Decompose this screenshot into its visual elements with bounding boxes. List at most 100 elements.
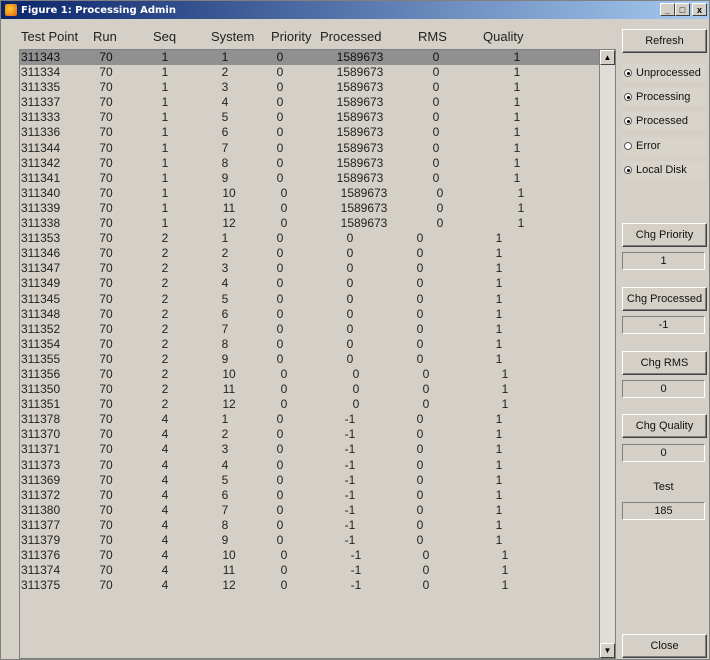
maximize-button[interactable]: □ <box>675 3 690 16</box>
cell-system: 3 <box>221 442 229 457</box>
cell-seq: 4 <box>161 502 169 517</box>
cell-system: 9 <box>221 351 229 366</box>
cell-system: 8 <box>221 336 229 351</box>
cell-seq: 2 <box>161 306 169 321</box>
quality-field[interactable]: 0 <box>622 444 705 462</box>
cell-run: 70 <box>99 366 113 381</box>
close-window-button[interactable]: x <box>692 3 707 16</box>
cell-rms: 0 <box>422 397 430 412</box>
table-row[interactable]: 311372 70 4 6 0 -1 0 1 <box>20 488 599 503</box>
cell-test-point: 311338 <box>21 216 61 231</box>
title-bar[interactable]: Figure 1: Processing Admin _ □ x <box>1 1 709 19</box>
cell-processed: 0 <box>346 291 354 306</box>
test-field[interactable]: 185 <box>622 502 705 520</box>
table-row[interactable]: 311342 70 1 8 0 1589673 0 1 <box>20 156 599 171</box>
test-point-list[interactable]: 311343 70 1 1 0 1589673 0 1 311334 70 1 2 0 1589673 0 1… <box>19 49 599 659</box>
cell-run: 70 <box>99 563 113 578</box>
table-row[interactable]: 311352 70 2 7 0 0 0 1 <box>20 322 599 337</box>
table-row[interactable]: 311347 70 2 3 0 0 0 1 <box>20 261 599 276</box>
table-row[interactable]: 311377 70 4 8 0 -1 0 1 <box>20 518 599 533</box>
table-row[interactable]: 311353 70 2 1 0 0 0 1 <box>20 231 599 246</box>
scroll-down-button[interactable]: ▼ <box>600 643 615 658</box>
cell-run: 70 <box>99 336 113 351</box>
table-row[interactable]: 311351 70 2 12 0 0 0 1 <box>20 397 599 412</box>
table-row[interactable]: 311348 70 2 6 0 0 0 1 <box>20 307 599 322</box>
table-row[interactable]: 311341 70 1 9 0 1589673 0 1 <box>20 171 599 186</box>
table-row[interactable]: 311337 70 1 4 0 1589673 0 1 <box>20 95 599 110</box>
table-row[interactable]: 311345 70 2 5 0 0 0 1 <box>20 292 599 307</box>
cell-quality: 1 <box>495 261 503 276</box>
table-row[interactable]: 311340 70 1 10 0 1589673 0 1 <box>20 186 599 201</box>
table-row[interactable]: 311334 70 1 2 0 1589673 0 1 <box>20 65 599 80</box>
chg-quality-button[interactable]: Chg Quality <box>622 414 707 438</box>
radio-local-disk[interactable]: Local Disk <box>622 161 707 179</box>
table-row[interactable]: 311333 70 1 5 0 1589673 0 1 <box>20 110 599 125</box>
test-label: Test <box>653 481 674 493</box>
table-row[interactable]: 311339 70 1 11 0 1589673 0 1 <box>20 201 599 216</box>
minimize-button[interactable]: _ <box>660 3 675 16</box>
cell-system: 12 <box>222 216 236 231</box>
cell-run: 70 <box>99 170 113 185</box>
table-row[interactable]: 311356 70 2 10 0 0 0 1 <box>20 367 599 382</box>
scroll-up-button[interactable]: ▲ <box>600 50 615 65</box>
cell-rms: 0 <box>432 125 440 140</box>
close-button[interactable]: Close <box>622 634 707 658</box>
radio-unprocessed[interactable]: Unprocessed <box>622 64 707 82</box>
radio-label: Unprocessed <box>636 67 701 79</box>
chg-processed-button[interactable]: Chg Processed <box>622 287 707 311</box>
col-header-quality: Quality <box>483 29 524 44</box>
cell-run: 70 <box>99 412 113 427</box>
table-row[interactable]: 311379 70 4 9 0 -1 0 1 <box>20 533 599 548</box>
table-row[interactable]: 311354 70 2 8 0 0 0 1 <box>20 337 599 352</box>
table-row[interactable]: 311344 70 1 7 0 1589673 0 1 <box>20 141 599 156</box>
cell-system: 12 <box>222 578 236 593</box>
radio-error[interactable]: Error <box>622 137 707 155</box>
table-row[interactable]: 311378 70 4 1 0 -1 0 1 <box>20 412 599 427</box>
table-row[interactable]: 311380 70 4 7 0 -1 0 1 <box>20 503 599 518</box>
table-row[interactable]: 311373 70 4 4 0 -1 0 1 <box>20 458 599 473</box>
radio-processing[interactable]: Processing <box>622 88 707 106</box>
table-row[interactable]: 311343 70 1 1 0 1589673 0 1 <box>20 50 599 66</box>
processed-field[interactable]: -1 <box>622 316 705 334</box>
table-row[interactable]: 311369 70 4 5 0 -1 0 1 <box>20 473 599 488</box>
table-row[interactable]: 311349 70 2 4 0 0 0 1 <box>20 276 599 291</box>
table-row[interactable]: 311350 70 2 11 0 0 0 1 <box>20 382 599 397</box>
cell-quality: 1 <box>495 487 503 502</box>
cell-quality: 1 <box>495 336 503 351</box>
table-row[interactable]: 311346 70 2 2 0 0 0 1 <box>20 246 599 261</box>
cell-seq: 2 <box>161 382 169 397</box>
refresh-button[interactable]: Refresh <box>622 29 707 53</box>
cell-rms: 0 <box>432 155 440 170</box>
priority-field[interactable]: 1 <box>622 252 705 270</box>
radio-processed[interactable]: Processed <box>622 112 707 130</box>
table-row[interactable]: 311338 70 1 12 0 1589673 0 1 <box>20 216 599 231</box>
cell-system: 5 <box>221 472 229 487</box>
cell-priority: 0 <box>276 50 284 64</box>
table-row[interactable]: 311376 70 4 10 0 -1 0 1 <box>20 548 599 563</box>
cell-processed: 0 <box>352 397 360 412</box>
cell-test-point: 311346 <box>21 246 61 261</box>
cell-run: 70 <box>99 276 113 291</box>
chg-priority-button[interactable]: Chg Priority <box>622 223 707 247</box>
table-row[interactable]: 311370 70 4 2 0 -1 0 1 <box>20 427 599 442</box>
cell-priority: 0 <box>276 261 284 276</box>
chg-rms-button[interactable]: Chg RMS <box>622 351 707 375</box>
table-row[interactable]: 311374 70 4 11 0 -1 0 1 <box>20 563 599 578</box>
table-row[interactable]: 311336 70 1 6 0 1589673 0 1 <box>20 125 599 140</box>
cell-quality: 1 <box>501 548 509 563</box>
cell-priority: 0 <box>280 563 288 578</box>
table-row[interactable]: 311371 70 4 3 0 -1 0 1 <box>20 442 599 457</box>
col-header-rms: RMS <box>418 29 447 44</box>
cell-test-point: 311345 <box>21 291 61 306</box>
cell-processed: -1 <box>344 412 356 427</box>
cell-seq: 1 <box>161 80 169 95</box>
table-row[interactable]: 311335 70 1 3 0 1589673 0 1 <box>20 80 599 95</box>
table-row[interactable]: 311375 70 4 12 0 -1 0 1 <box>20 578 599 593</box>
rms-field[interactable]: 0 <box>622 380 705 398</box>
list-scrollbar[interactable]: ▲ ▼ <box>599 49 616 659</box>
cell-system: 3 <box>221 261 229 276</box>
cell-seq: 1 <box>161 65 169 80</box>
cell-processed: 1589673 <box>336 170 384 185</box>
table-row[interactable]: 311355 70 2 9 0 0 0 1 <box>20 352 599 367</box>
cell-processed: 0 <box>346 351 354 366</box>
